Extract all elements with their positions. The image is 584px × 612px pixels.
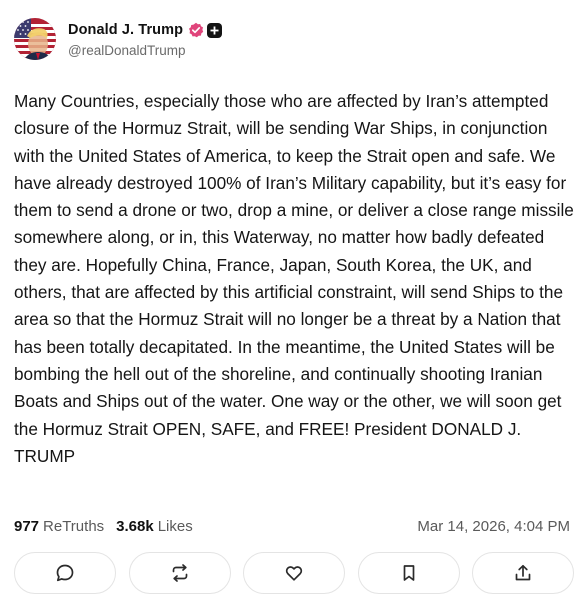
- retruths-stat[interactable]: 977 ReTruths: [14, 518, 104, 535]
- share-button[interactable]: [472, 552, 574, 594]
- author-names: Donald J. Trump @realDonaldTrump: [68, 20, 223, 58]
- reply-button[interactable]: [14, 552, 116, 594]
- name-row: Donald J. Trump: [68, 20, 223, 40]
- action-bar: [14, 552, 574, 596]
- heart-icon: [285, 566, 303, 581]
- post-stats: 977 ReTruths 3.68k Likes Mar 14, 2026, 4…: [14, 514, 570, 538]
- repost-icon: [172, 564, 187, 582]
- likes-label: Likes: [157, 517, 193, 535]
- post-timestamp[interactable]: Mar 14, 2026, 4:04 PM: [417, 518, 570, 535]
- retruths-count: 977: [14, 517, 40, 535]
- avatar[interactable]: [14, 18, 56, 60]
- display-name[interactable]: Donald J. Trump: [68, 22, 183, 38]
- verified-badge-icon: [188, 22, 204, 38]
- post-header: Donald J. Trump @realDonaldTrump: [14, 16, 223, 62]
- retruth-button[interactable]: [128, 552, 231, 594]
- post-text: Many Countries, especially those who are…: [14, 91, 574, 466]
- post-card: Donald J. Trump @realDonaldTrump Many Co…: [0, 0, 584, 612]
- author-handle[interactable]: @realDonaldTrump: [68, 43, 222, 58]
- share-icon: [515, 564, 531, 581]
- bookmark-button[interactable]: [357, 552, 460, 594]
- likes-count: 3.68k: [116, 517, 154, 535]
- comment-icon: [56, 564, 74, 582]
- retruths-label: ReTruths: [43, 517, 105, 535]
- avatar-flag-portrait: [14, 18, 56, 60]
- likes-stat[interactable]: 3.68k Likes: [116, 518, 193, 535]
- like-button[interactable]: [243, 552, 345, 594]
- bookmark-icon: [403, 565, 414, 581]
- plus-badge-icon: [207, 22, 223, 38]
